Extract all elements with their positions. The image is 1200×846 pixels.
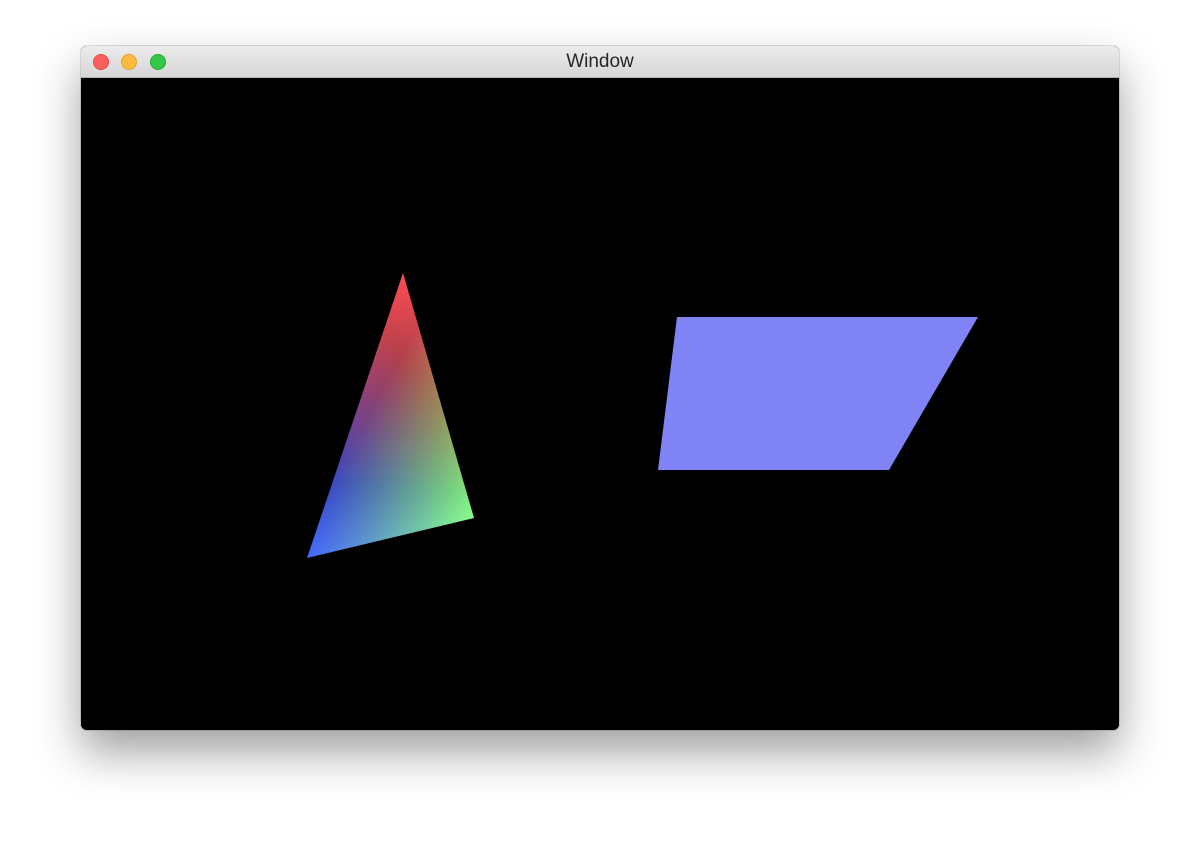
title-bar[interactable]: Window <box>81 46 1119 78</box>
window-title: Window <box>566 51 634 72</box>
render-viewport[interactable] <box>81 78 1119 730</box>
app-window: Window <box>81 46 1119 730</box>
gradient-triangle <box>307 273 474 558</box>
scene-canvas <box>307 273 978 558</box>
blue-parallelogram <box>658 317 978 470</box>
